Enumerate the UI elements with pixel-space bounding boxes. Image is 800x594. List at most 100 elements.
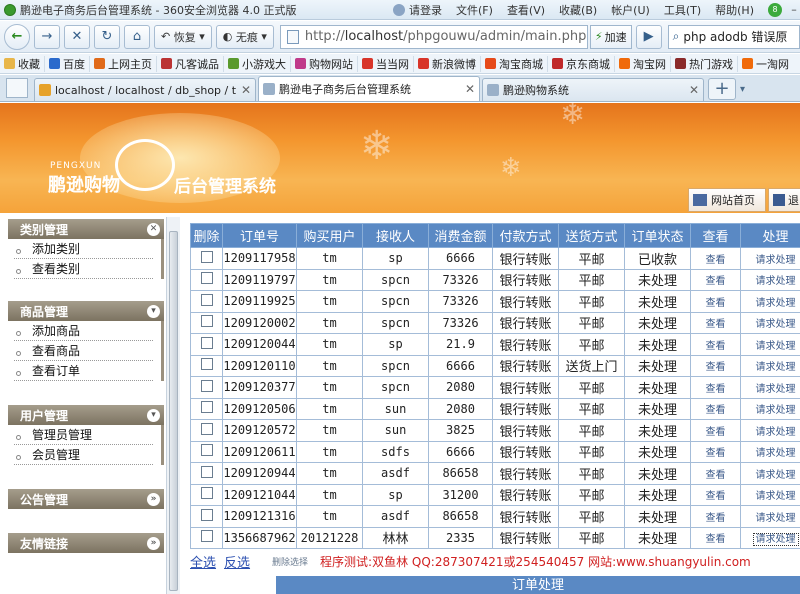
view-order-link[interactable]: 查看 — [690, 462, 741, 485]
sidebar-scrollbar[interactable] — [166, 217, 180, 594]
view-order-link[interactable]: 查看 — [690, 526, 741, 549]
handle-order-link[interactable]: 请求处理 — [740, 247, 800, 270]
bookmark-item[interactable]: 新浪微博 — [413, 55, 480, 72]
sidebar-item-member-manage[interactable]: 会员管理 — [14, 445, 153, 465]
bookmark-item[interactable]: 淘宝网 — [614, 55, 670, 72]
row-checkbox[interactable] — [200, 508, 213, 521]
bookmark-item[interactable]: 淘宝商城 — [480, 55, 547, 72]
handle-order-link[interactable]: 请求处理 — [740, 505, 800, 528]
sidebar-item-view-category[interactable]: 查看类别 — [14, 259, 153, 279]
chevron-down-icon[interactable]: ▾ — [147, 304, 160, 318]
sidebar-toggle-button[interactable] — [6, 78, 28, 98]
bookmark-item[interactable]: 凡客诚品 — [156, 55, 223, 72]
row-checkbox[interactable] — [200, 250, 213, 263]
section-header[interactable]: 商品管理 ▾ — [8, 301, 164, 321]
section-header[interactable]: 友情链接 » — [8, 533, 164, 553]
menu-view[interactable]: 查看(V) — [507, 2, 545, 18]
view-order-link[interactable]: 查看 — [690, 440, 741, 463]
restore-button[interactable]: ↶ 恢复 ▾ — [154, 24, 212, 49]
menu-tools[interactable]: 工具(T) — [664, 2, 701, 18]
bookmark-item[interactable]: 热门游戏 — [670, 55, 737, 72]
menu-help[interactable]: 帮助(H) — [715, 2, 754, 18]
collapse-icon[interactable]: ✕ — [147, 222, 160, 236]
view-order-link[interactable]: 查看 — [690, 397, 741, 420]
handle-order-link[interactable]: 请求处理 — [740, 440, 800, 463]
view-order-link[interactable]: 查看 — [690, 419, 741, 442]
view-order-link[interactable]: 查看 — [690, 247, 741, 270]
tab-shop-system[interactable]: 鹏逊购物系统 ✕ — [482, 78, 704, 101]
bookmark-item[interactable]: 购物网站 — [290, 55, 357, 72]
view-order-link[interactable]: 查看 — [690, 505, 741, 528]
sidebar-item-view-product[interactable]: 查看商品 — [14, 341, 153, 361]
minimize-icon[interactable]: – — [788, 3, 800, 16]
handle-order-link[interactable]: 请求处理 — [740, 311, 800, 334]
view-order-link[interactable]: 查看 — [690, 268, 741, 291]
home-button[interactable]: ⌂ — [124, 24, 150, 49]
row-checkbox[interactable] — [200, 487, 213, 500]
view-order-link[interactable]: 查看 — [690, 290, 741, 313]
row-checkbox[interactable] — [200, 272, 213, 285]
row-checkbox[interactable] — [200, 358, 213, 371]
handle-order-link[interactable]: 请求处理 — [740, 419, 800, 442]
row-checkbox[interactable] — [200, 422, 213, 435]
chevron-down-icon[interactable]: ▾ — [147, 408, 160, 422]
view-order-link[interactable]: 查看 — [690, 376, 741, 399]
row-checkbox[interactable] — [200, 293, 213, 306]
sidebar-item-view-orders[interactable]: 查看订单 — [14, 361, 153, 381]
tab-admin-system[interactable]: 鹏逊电子商务后台管理系统 ✕ — [258, 76, 480, 101]
handle-order-link[interactable]: 请求处理 — [740, 376, 800, 399]
tab-phpmyadmin[interactable]: localhost / localhost / db_shop / t... ✕ — [34, 78, 256, 101]
close-tab-icon[interactable]: ✕ — [241, 83, 251, 97]
login-button[interactable]: 请登录 — [393, 2, 442, 18]
handle-order-link[interactable]: 请求处理 — [740, 526, 800, 549]
new-tab-button[interactable]: + — [708, 78, 736, 100]
handle-order-link[interactable]: 请求处理 — [740, 483, 800, 506]
row-checkbox[interactable] — [200, 336, 213, 349]
bookmark-item[interactable]: 小游戏大 — [223, 55, 290, 72]
site-home-button[interactable]: 网站首页 — [688, 188, 766, 212]
section-header[interactable]: 公告管理 » — [8, 489, 164, 509]
close-tab-icon[interactable]: ✕ — [689, 83, 699, 97]
handle-order-link[interactable]: 请求处理 — [740, 397, 800, 420]
bookmark-item[interactable]: 上网主页 — [89, 55, 156, 72]
refresh-button[interactable]: ↻ — [94, 24, 120, 49]
back-button[interactable]: ← — [4, 23, 30, 50]
speed-up-button[interactable]: ⚡ 加速 — [589, 24, 632, 49]
bookmark-item[interactable]: 一淘网 — [737, 55, 793, 72]
view-order-link[interactable]: 查看 — [690, 311, 741, 334]
bookmark-item[interactable]: 京东商城 — [547, 55, 614, 72]
sidebar-item-add-category[interactable]: 添加类别 — [14, 239, 153, 259]
bookmark-item[interactable]: 百度 — [44, 55, 89, 72]
search-box[interactable]: ⌕ php adodb 错误原 — [667, 24, 800, 49]
delete-selected-button[interactable]: 删除选择 — [272, 555, 308, 568]
row-checkbox[interactable] — [200, 315, 213, 328]
notification-badge[interactable]: 8 — [768, 2, 782, 17]
view-order-link[interactable]: 查看 — [690, 354, 741, 377]
invert-selection-link[interactable]: 反选 — [224, 552, 250, 571]
bookmark-item[interactable]: 当当网 — [357, 55, 413, 72]
logout-button[interactable]: 退 — [768, 188, 800, 212]
close-tab-icon[interactable]: ✕ — [465, 82, 475, 96]
menu-favorites[interactable]: 收藏(B) — [559, 2, 597, 18]
address-bar[interactable]: http://localhost/phpgouwu/admin/main.php — [279, 24, 588, 49]
no-trace-button[interactable]: ◐ 无痕 ▾ — [215, 24, 274, 49]
handle-order-link[interactable]: 请求处理 — [740, 462, 800, 485]
handle-order-link[interactable]: 请求处理 — [740, 290, 800, 313]
stop-button[interactable]: ✕ — [64, 24, 90, 49]
menu-file[interactable]: 文件(F) — [456, 2, 493, 18]
handle-order-link[interactable]: 请求处理 — [740, 268, 800, 291]
section-header[interactable]: 类别管理 ✕ — [8, 219, 164, 239]
row-checkbox[interactable] — [200, 444, 213, 457]
row-checkbox[interactable] — [200, 465, 213, 478]
handle-order-link[interactable]: 请求处理 — [740, 333, 800, 356]
menu-account[interactable]: 帐户(U) — [611, 2, 650, 18]
tab-list-arrow-icon[interactable]: ▾ — [740, 84, 745, 95]
bookmark-item[interactable]: 收藏 — [0, 56, 44, 72]
chevron-right-icon[interactable]: » — [147, 492, 160, 506]
row-checkbox[interactable] — [200, 530, 213, 543]
forward-button[interactable]: → — [34, 24, 60, 49]
section-header[interactable]: 用户管理 ▾ — [8, 405, 164, 425]
sidebar-item-add-product[interactable]: 添加商品 — [14, 321, 153, 341]
go-button[interactable]: ▶ — [635, 24, 662, 49]
handle-order-link[interactable]: 请求处理 — [740, 354, 800, 377]
